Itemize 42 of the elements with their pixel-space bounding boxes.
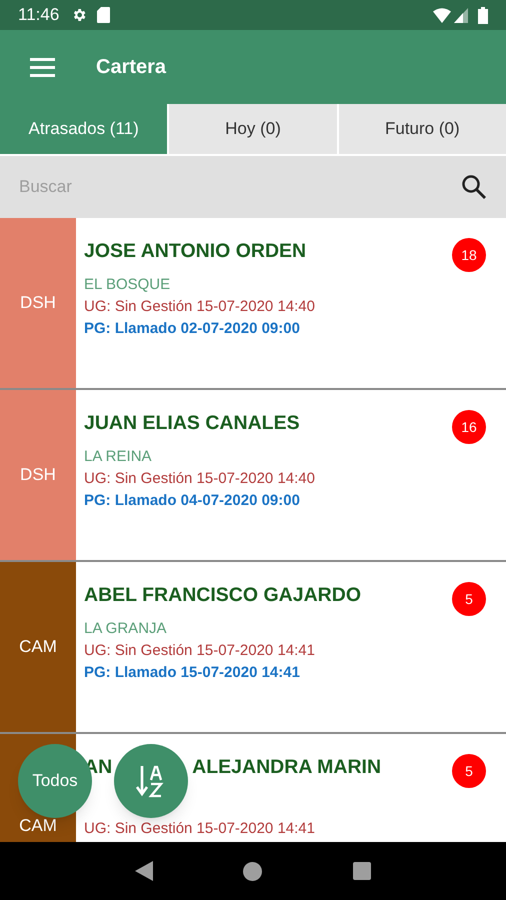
sort-icon: [136, 764, 166, 798]
client-name: ABEL FRANCISCO GAJARDO: [84, 583, 361, 608]
gear-icon: [71, 7, 88, 23]
client-name: JOSE ANTONIO ORDEN: [84, 239, 306, 264]
count-badge: 16: [452, 410, 486, 444]
last-action: UG: Sin Gestión 15-07-2020 14:41: [84, 819, 315, 839]
recents-icon[interactable]: [352, 862, 371, 880]
menu-icon[interactable]: [30, 58, 55, 76]
client-commune: EL BOSQUE: [84, 275, 170, 295]
count-badge: 5: [452, 582, 486, 616]
planned-action: PG: Llamado 02-07-2020 09:00: [84, 319, 300, 339]
home-icon[interactable]: [243, 862, 262, 880]
app-title: Cartera: [96, 55, 166, 80]
last-action: UG: Sin Gestión 15-07-2020 14:40: [84, 469, 315, 489]
tab[interactable]: Hoy (0): [169, 104, 337, 154]
count-badge: 5: [452, 754, 486, 788]
client-commune: LA REINA: [84, 447, 152, 467]
search-input[interactable]: Buscar: [19, 174, 461, 200]
tab[interactable]: Futuro (0): [338, 104, 506, 154]
wifi-icon: [433, 8, 451, 22]
client-name: JUAN ELIAS CANALES: [84, 411, 300, 436]
client-commune: LA GRANJA: [84, 619, 167, 639]
count-badge: 18: [452, 238, 486, 272]
back-icon[interactable]: [135, 861, 154, 881]
status-time: 11:46: [18, 4, 60, 26]
last-action: UG: Sin Gestión 15-07-2020 14:41: [84, 641, 315, 661]
signal-icon: [454, 8, 468, 22]
sd-card-icon: [97, 7, 110, 23]
client-name: ALEJANDRA MARIN: [192, 755, 382, 780]
last-action: UG: Sin Gestión 15-07-2020 14:40: [84, 297, 315, 317]
planned-action: PG: Llamado 04-07-2020 09:00: [84, 491, 300, 511]
client-card[interactable]: CAM ABEL FRANCISCO GAJARDO LA GRANJA UG: Sin Gestión 15-07-2020 14:41 PG: Llamado 15-07-2020 14:41 5: [0, 562, 506, 734]
category-tag: DSH: [0, 218, 76, 388]
search-icon[interactable]: [461, 174, 487, 200]
planned-action: PG: Llamado 15-07-2020 14:41: [84, 663, 300, 683]
search-field[interactable]: Buscar: [0, 156, 506, 218]
tab[interactable]: Atrasados (11): [0, 104, 168, 154]
client-card[interactable]: DSH JUAN ELIAS CANALES LA REINA UG: Sin Gestión 15-07-2020 14:40 PG: Llamado 04-07-2020 09:00 16: [0, 390, 506, 562]
battery-icon: [478, 6, 488, 24]
category-tag: CAM: [0, 562, 76, 732]
client-card[interactable]: DSH JOSE ANTONIO ORDEN EL BOSQUE UG: Sin Gestión 15-07-2020 14:40 PG: Llamado 02-07-2020 09:00 18: [0, 218, 506, 390]
category-tag: DSH: [0, 390, 76, 560]
